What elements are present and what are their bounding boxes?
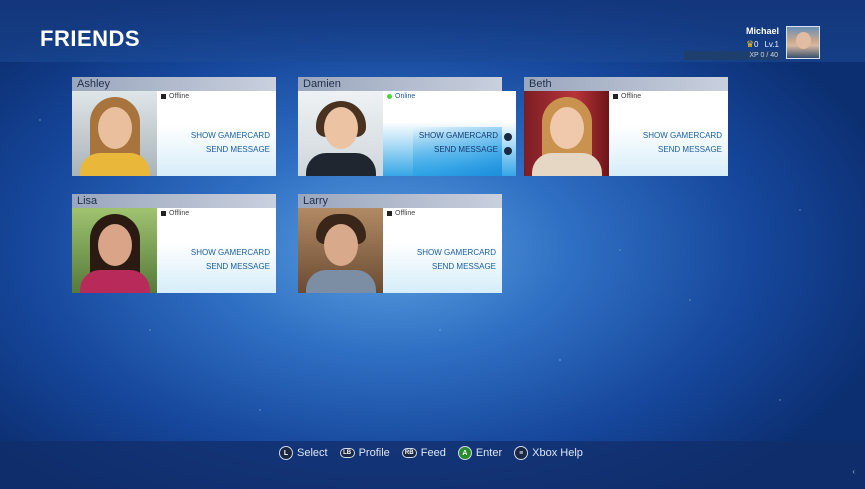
friend-photo: [298, 91, 383, 176]
offline-dot-icon: [387, 211, 392, 216]
status-indicator: Offline: [613, 93, 641, 100]
friend-photo: [72, 208, 157, 293]
xp-text: XP 0 / 40: [749, 52, 778, 59]
friend-card-damien[interactable]: Damien Online SHOW GAMERCARD SEND MESSAG…: [298, 77, 516, 176]
user-name: Michael: [745, 26, 779, 36]
user-stats: ♛0 Lv.1: [746, 39, 779, 50]
hint-label: Feed: [420, 447, 446, 459]
friend-info-panel: Offline SHOW GAMERCARD SEND MESSAGE: [609, 91, 728, 176]
show-gamercard-button[interactable]: SHOW GAMERCARD: [191, 131, 270, 140]
send-message-button[interactable]: SEND MESSAGE: [658, 145, 722, 154]
avatar[interactable]: [786, 26, 820, 59]
hint-label: Profile: [358, 447, 390, 459]
status-text: Online: [395, 93, 416, 100]
status-text: Offline: [169, 93, 190, 100]
status-indicator: Offline: [161, 210, 189, 217]
hint-label: Select: [297, 447, 328, 459]
friend-name: Larry: [298, 194, 502, 208]
friend-name: Ashley: [72, 77, 276, 91]
show-gamercard-button[interactable]: SHOW GAMERCARD: [417, 248, 496, 257]
score-group: ♛0: [746, 39, 759, 50]
send-message-button[interactable]: SEND MESSAGE: [206, 145, 270, 154]
friend-name: Beth: [524, 77, 728, 91]
show-gamercard-button[interactable]: SHOW GAMERCARD: [643, 131, 722, 140]
status-text: Offline: [169, 210, 190, 217]
friend-photo: [72, 91, 157, 176]
button-hints: L Select LB Profile RB Feed A Enter ≡ Xbox He…: [279, 446, 583, 460]
hint-enter[interactable]: A Enter: [457, 446, 503, 460]
status-indicator: Offline: [387, 210, 415, 217]
hint-select[interactable]: L Select: [279, 446, 328, 460]
hint-label: Xbox Help: [532, 447, 583, 459]
hint-profile[interactable]: LB Profile: [339, 447, 390, 459]
friend-info-panel: Offline SHOW GAMERCARD SEND MESSAGE: [157, 91, 276, 176]
lb-button-icon: LB: [339, 448, 355, 458]
friend-card-larry[interactable]: Larry Offline SHOW GAMERCARD SEND MESSAG…: [298, 194, 502, 293]
status-indicator: Offline: [161, 93, 189, 100]
status-text: Offline: [395, 210, 416, 217]
friend-card-beth[interactable]: Beth Offline SHOW GAMERCARD SEND MESSAGE: [524, 77, 728, 176]
friend-photo: [298, 208, 383, 293]
show-gamercard-button[interactable]: SHOW GAMERCARD: [419, 131, 498, 140]
status-text: Offline: [621, 93, 642, 100]
b-button-icon: [504, 147, 512, 155]
user-level: Lv.1: [764, 40, 779, 49]
a-button-icon: A: [457, 446, 472, 460]
offline-dot-icon: [161, 211, 166, 216]
xp-bar: XP 0 / 40: [684, 51, 782, 60]
status-indicator: Online: [387, 93, 415, 100]
offline-dot-icon: [161, 94, 166, 99]
show-gamercard-button[interactable]: SHOW GAMERCARD: [191, 248, 270, 257]
hint-label: Enter: [475, 447, 503, 459]
hint-xbox-help[interactable]: ≡ Xbox Help: [514, 446, 583, 460]
hint-feed[interactable]: RB Feed: [401, 447, 446, 459]
friend-photo: [524, 91, 609, 176]
friend-info-panel: Offline SHOW GAMERCARD SEND MESSAGE: [157, 208, 276, 293]
send-message-button[interactable]: SEND MESSAGE: [432, 262, 496, 271]
friend-name: Damien: [298, 77, 502, 91]
send-message-button[interactable]: SEND MESSAGE: [206, 262, 270, 271]
user-score: 0: [754, 40, 759, 49]
left-stick-icon: L: [279, 446, 293, 460]
rb-button-icon: RB: [401, 448, 417, 458]
crown-icon: ♛: [745, 39, 755, 49]
send-message-button[interactable]: SEND MESSAGE: [434, 145, 498, 154]
friend-card-ashley[interactable]: Ashley Offline SHOW GAMERCARD SEND MESSA…: [72, 77, 276, 176]
a-button-icon: [504, 133, 512, 141]
corner-arrow-icon: ‹: [852, 467, 855, 476]
friend-info-panel: Offline SHOW GAMERCARD SEND MESSAGE: [383, 208, 502, 293]
page-title: FRIENDS: [40, 26, 141, 51]
online-dot-icon: [387, 94, 392, 99]
friend-name: Lisa: [72, 194, 276, 208]
menu-button-icon: ≡: [514, 446, 529, 460]
friend-info-panel: Online SHOW GAMERCARD SEND MESSAGE: [383, 91, 516, 176]
offline-dot-icon: [613, 94, 618, 99]
friend-card-lisa[interactable]: Lisa Offline SHOW GAMERCARD SEND MESSAGE: [72, 194, 276, 293]
